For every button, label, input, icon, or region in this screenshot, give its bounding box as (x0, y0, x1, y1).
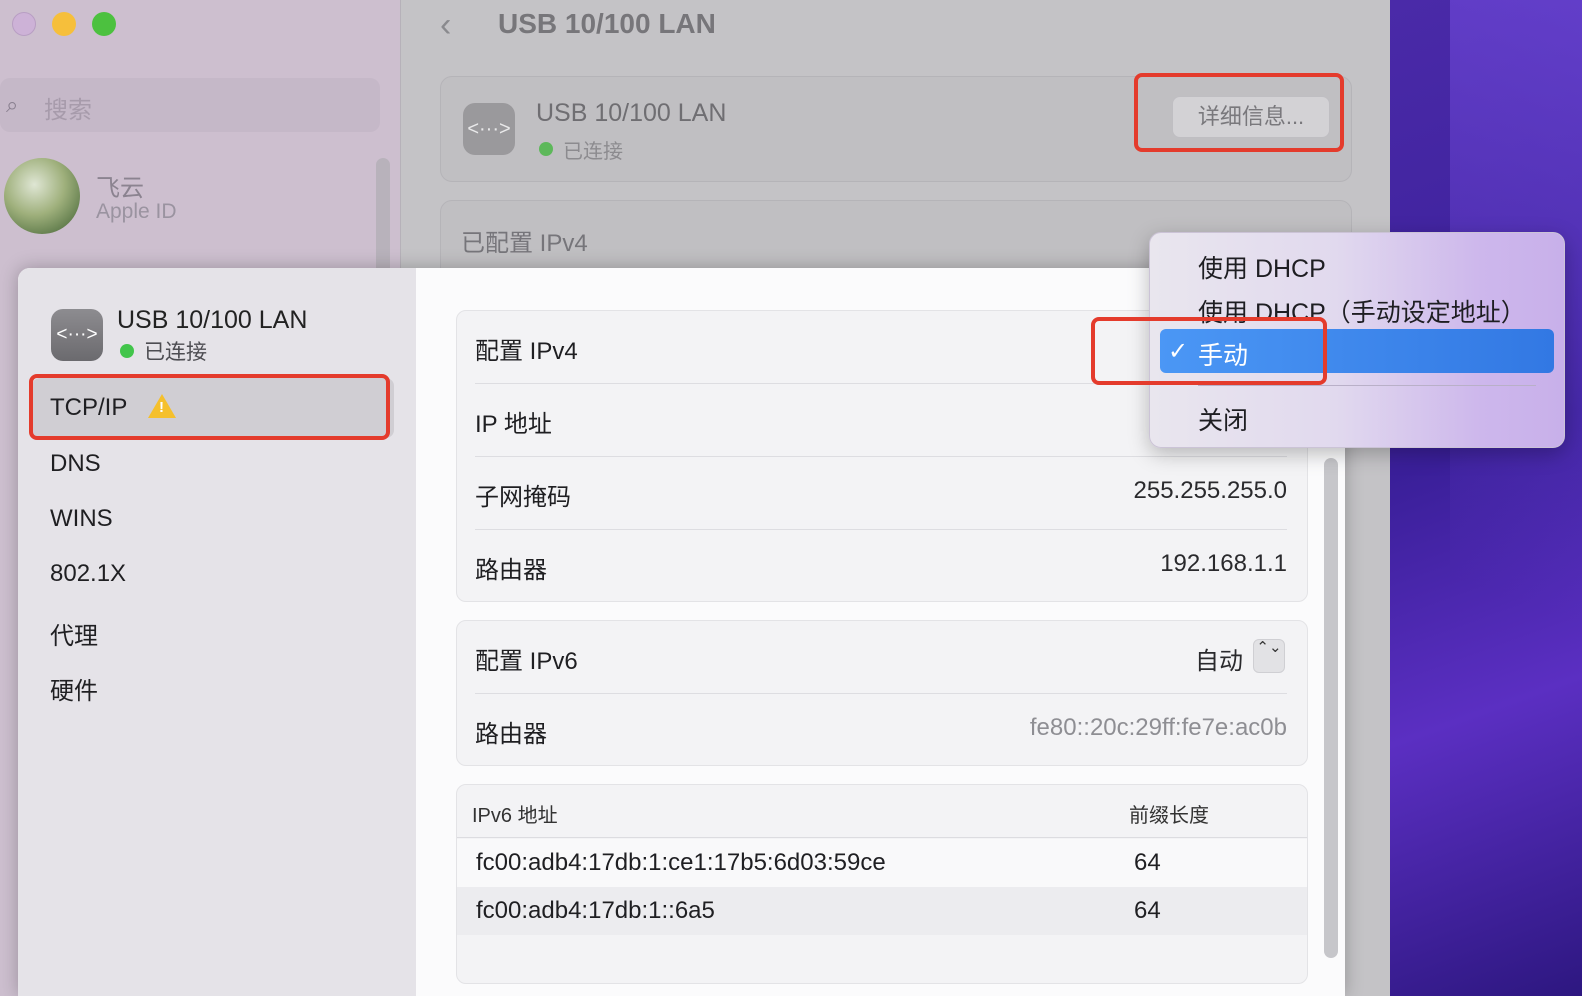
config-ipv4-label: 配置 IPv4 (475, 338, 578, 365)
prefix-length-cell: 64 (1134, 849, 1161, 876)
sidebar-item-proxy[interactable]: 代理 (50, 616, 98, 651)
sidebar-item-dns[interactable]: DNS (50, 450, 101, 478)
ip-address-label: IP 地址 (475, 411, 552, 438)
menu-item-off[interactable]: 关闭 (1198, 401, 1248, 437)
user-name[interactable]: 飞云 (96, 168, 144, 203)
desktop-wallpaper (1390, 0, 1582, 996)
sidebar-item-8021x[interactable]: 802.1X (50, 560, 126, 588)
router-label: 路由器 (475, 557, 547, 584)
table-header: IPv6 地址 前缀长度 (457, 785, 1307, 838)
connected-status-dot (539, 142, 553, 156)
config-ipv6-row[interactable]: 配置 IPv6 自动 ⌃⌄ (475, 621, 1287, 693)
search-icon: ⌕ (6, 92, 19, 117)
sidebar-search-input[interactable]: ⌕ 搜索 (0, 78, 380, 132)
subnet-mask-row[interactable]: 子网掩码 255.255.255.0 (475, 457, 1287, 529)
ipv6-address-cell: fc00:adb4:17db:1:ce1:17b5:6d03:59ce (476, 849, 886, 876)
sidebar-item-hardware[interactable]: 硬件 (50, 671, 98, 706)
sidebar-item-wins[interactable]: WINS (50, 505, 113, 533)
column-header-address[interactable]: IPv6 地址 (472, 799, 558, 828)
table-row[interactable]: fc00:adb4:17db:1::6a5 64 (457, 887, 1307, 935)
ipv6-router-value: fe80::20c:29ff:fe7e:ac0b (1029, 714, 1287, 741)
annotation-box-manual (1091, 317, 1327, 385)
prefix-length-cell: 64 (1134, 897, 1161, 924)
content-scrollbar[interactable] (1324, 458, 1338, 958)
column-header-prefix[interactable]: 前缀长度 (1129, 799, 1209, 828)
back-chevron-icon[interactable]: ‹ (440, 6, 451, 45)
page-title: USB 10/100 LAN (498, 8, 716, 39)
avatar[interactable] (4, 158, 80, 234)
popup-stepper-icon[interactable]: ⌃⌄ (1253, 639, 1285, 673)
config-ipv6-label: 配置 IPv6 (475, 648, 578, 675)
annotation-box-tcpip (29, 374, 390, 440)
window-close-button[interactable] (12, 12, 36, 36)
ipv6-address-table: IPv6 地址 前缀长度 fc00:adb4:17db:1:ce1:17b5:6… (456, 784, 1308, 984)
search-placeholder: 搜索 (44, 97, 92, 124)
apple-id-label[interactable]: Apple ID (96, 200, 177, 224)
menu-item-dhcp[interactable]: 使用 DHCP (1198, 249, 1326, 285)
subnet-mask-value[interactable]: 255.255.255.0 (1134, 477, 1287, 505)
ipv6-group: 配置 IPv6 自动 ⌃⌄ 路由器 fe80::20c:29ff:fe7e:ac… (456, 620, 1308, 766)
interface-name: USB 10/100 LAN (117, 306, 308, 334)
interface-name: USB 10/100 LAN (536, 99, 727, 127)
table-row[interactable]: fc00:adb4:17db:1:ce1:17b5:6d03:59ce 64 (457, 839, 1307, 887)
ipv6-router-row: 路由器 fe80::20c:29ff:fe7e:ac0b (475, 694, 1287, 766)
network-icon: <···> (463, 103, 515, 155)
network-icon: <···> (51, 309, 103, 361)
window-zoom-button[interactable] (92, 12, 116, 36)
router-value[interactable]: 192.168.1.1 (1160, 550, 1287, 578)
ipv6-address-cell: fc00:adb4:17db:1::6a5 (476, 897, 715, 924)
window-minimize-button[interactable] (52, 12, 76, 36)
annotation-box-details (1134, 73, 1344, 152)
interface-status: 已连接 (563, 141, 623, 163)
config-ipv6-value[interactable]: 自动 (1195, 641, 1243, 676)
menu-divider (1198, 385, 1536, 386)
router-row[interactable]: 路由器 192.168.1.1 (475, 530, 1287, 602)
connected-status-dot (120, 344, 134, 358)
subnet-mask-label: 子网掩码 (475, 484, 571, 511)
interface-status: 已连接 (144, 341, 207, 364)
sidebar-scrollbar[interactable] (376, 158, 390, 278)
ipv6-router-label: 路由器 (475, 721, 547, 748)
configured-ipv4-label: 已配置 IPv4 (461, 230, 588, 257)
